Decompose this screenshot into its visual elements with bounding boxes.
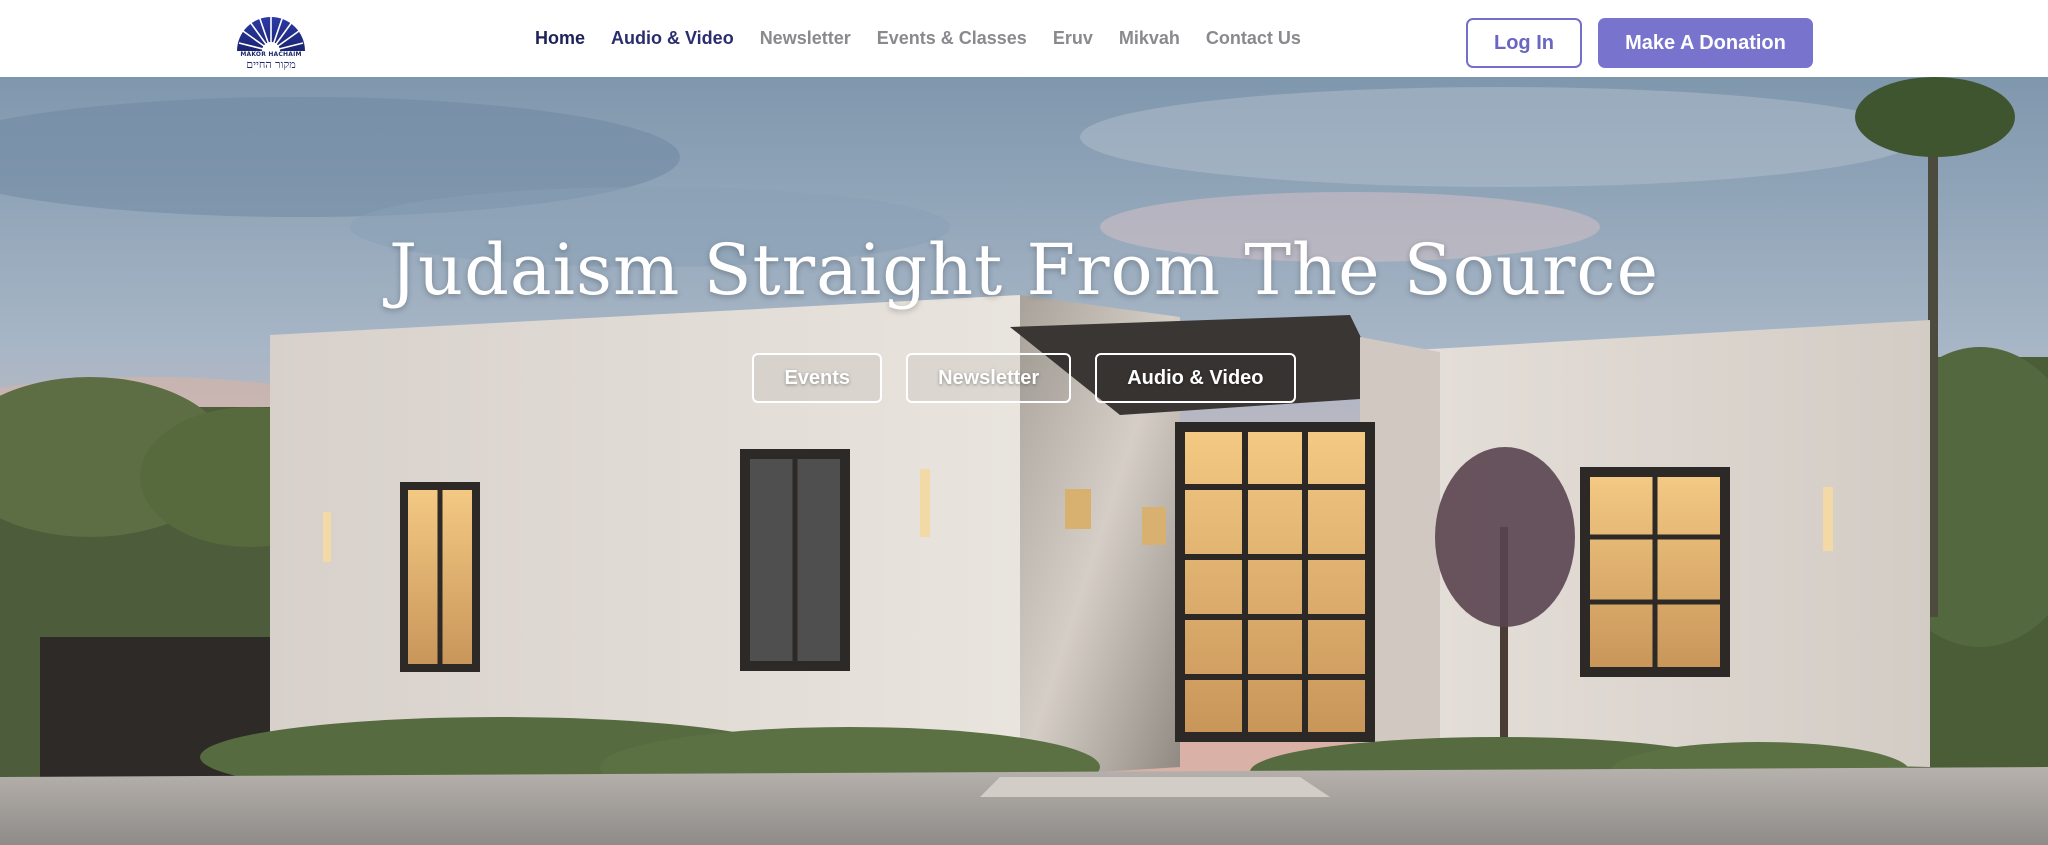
hero-title: Judaism Straight From The Source <box>388 229 1660 311</box>
site-header: MAKOR HACHAIM מקור החיים Home Audio & Vi… <box>0 0 2048 77</box>
nav-item-contact-us[interactable]: Contact Us <box>1206 28 1301 49</box>
nav-item-events-classes[interactable]: Events & Classes <box>877 28 1027 49</box>
nav-item-newsletter[interactable]: Newsletter <box>760 28 851 49</box>
donate-button[interactable]: Make A Donation <box>1598 18 1813 68</box>
hero-button-group: Events Newsletter Audio & Video <box>0 353 2048 403</box>
main-nav: Home Audio & Video Newsletter Events & C… <box>535 0 1327 77</box>
nav-item-mikvah[interactable]: Mikvah <box>1119 28 1180 49</box>
nav-item-eruv[interactable]: Eruv <box>1053 28 1093 49</box>
nav-item-home[interactable]: Home <box>535 28 585 49</box>
newsletter-button[interactable]: Newsletter <box>906 353 1072 403</box>
login-button[interactable]: Log In <box>1466 18 1582 68</box>
site-logo[interactable]: MAKOR HACHAIM מקור החיים <box>235 9 307 71</box>
hero-background-image <box>0 77 2048 845</box>
logo-hebrew-wordmark: מקור החיים <box>246 58 296 71</box>
events-button[interactable]: Events <box>752 353 883 403</box>
hero-section: Judaism Straight From The Source Events … <box>0 77 2048 845</box>
sunburst-logo-icon <box>237 14 305 53</box>
nav-item-audio-video[interactable]: Audio & Video <box>611 28 734 49</box>
logo-wordmark: MAKOR HACHAIM <box>240 51 302 58</box>
audio-video-button[interactable]: Audio & Video <box>1095 353 1296 403</box>
